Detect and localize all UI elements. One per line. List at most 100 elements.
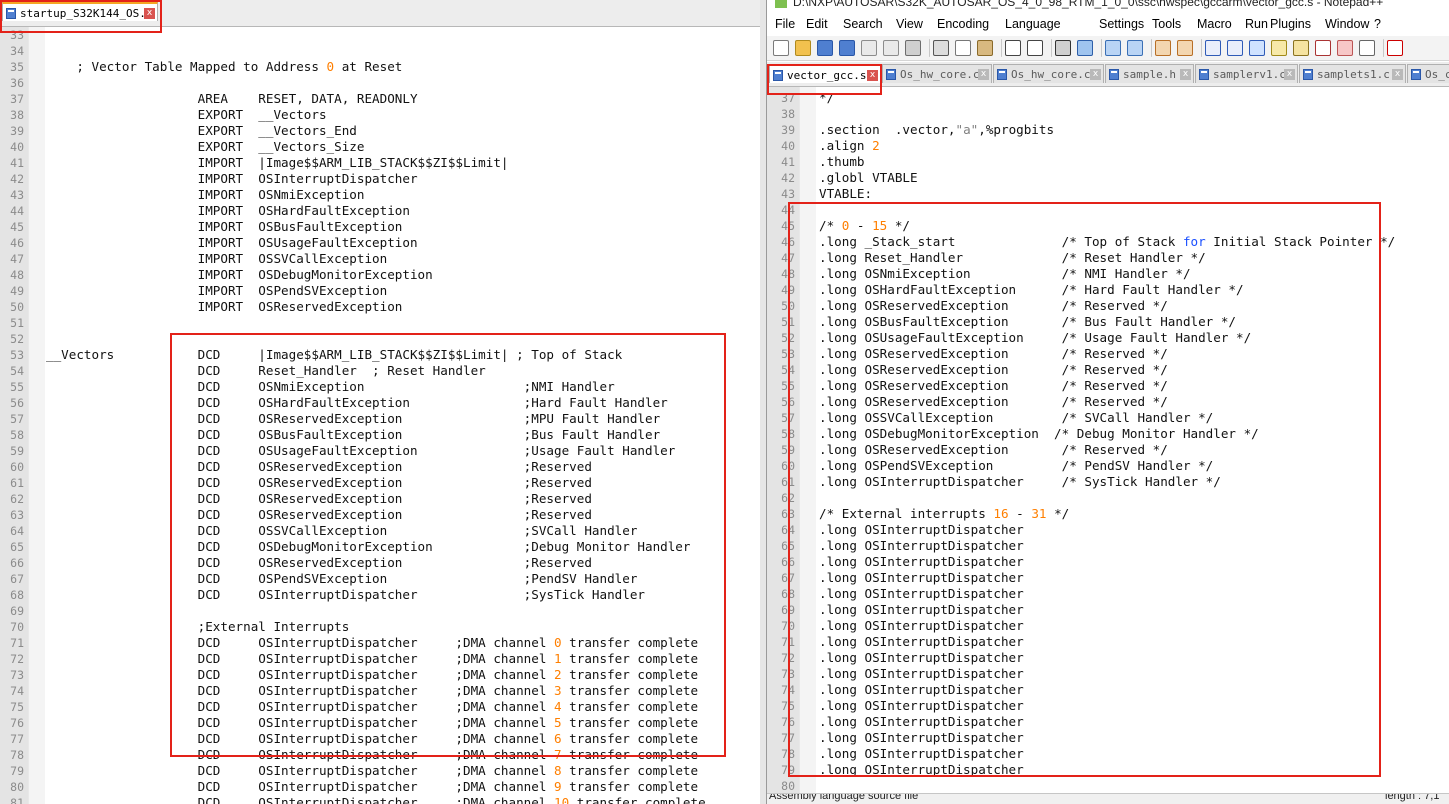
folder-icon[interactable]	[1337, 40, 1353, 56]
menu-search[interactable]: Search	[843, 17, 883, 31]
code-text: VTABLE:	[819, 186, 873, 201]
left-editor-pane: startup_S32K144_OS.s x 33 34 35 ; Vector T…	[0, 0, 760, 804]
monitor-icon[interactable]	[1359, 40, 1375, 56]
line-number: 52	[10, 332, 24, 346]
right-editor-pane: D:\NXP\AUTOSAR\S32K_AUTOSAR_OS_4_0_98_RT…	[766, 0, 1449, 804]
close-icon[interactable]	[861, 40, 877, 56]
line-number: 44	[781, 203, 795, 217]
menu-edit[interactable]: Edit	[806, 17, 828, 31]
code-text: .long OSInterruptDispatcher	[819, 634, 1024, 649]
line-number: 67	[781, 571, 795, 585]
tab-os-hw-core-c[interactable]: Os_hw_core.c x	[993, 64, 1104, 83]
sync-v-icon[interactable]	[1155, 40, 1171, 56]
paste-icon[interactable]	[977, 40, 993, 56]
line-number: 51	[10, 316, 24, 330]
tab-sample-h[interactable]: sample.h x	[1105, 64, 1194, 83]
code-text: .long OSInterruptDispatcher	[819, 762, 1024, 777]
sync-h-icon[interactable]	[1177, 40, 1193, 56]
close-all-icon[interactable]	[883, 40, 899, 56]
tab-os-hw-core-c[interactable]: Os_hw_core.c x	[882, 64, 992, 83]
code-text: .long OSInterruptDispatcher	[819, 522, 1024, 537]
tab-os-c[interactable]: Os_c	[1407, 64, 1449, 83]
code-text: DCD OSReservedException ;Reserved	[46, 459, 592, 474]
code-text: /* External interrupts 16 - 31 */	[819, 506, 1070, 521]
save-all-icon[interactable]	[839, 40, 855, 56]
replace-icon[interactable]	[1077, 40, 1093, 56]
code-text: IMPORT OSInterruptDispatcher	[46, 171, 418, 186]
line-number: 43	[781, 187, 795, 201]
tab-samplets1-c[interactable]: samplets1.c x	[1299, 64, 1406, 83]
menu-help[interactable]: ?	[1374, 17, 1381, 31]
indent-guide-icon[interactable]	[1249, 40, 1265, 56]
redo-icon[interactable]	[1027, 40, 1043, 56]
right-code-editor[interactable]: 37 */ 38 39 .section .vector,"a",%progbits 40…	[767, 87, 1449, 793]
code-text: .long OSReservedException /* Reserved */	[819, 442, 1168, 457]
save-icon[interactable]	[817, 40, 833, 56]
toolbar-separator	[1001, 39, 1002, 57]
menu-language[interactable]: Language	[1005, 17, 1061, 31]
notepadpp-logo-icon	[775, 0, 787, 8]
close-tab-icon[interactable]: x	[1284, 69, 1295, 80]
code-text: .long OSReservedException /* Reserved */	[819, 394, 1168, 409]
code-text: .long OSInterruptDispatcher	[819, 602, 1024, 617]
file-save-icon	[1109, 69, 1119, 80]
code-text: DCD OSInterruptDispatcher ;DMA channel 5…	[46, 715, 699, 730]
close-tab-icon[interactable]: x	[144, 8, 155, 19]
code-text: .long OSReservedException /* Reserved */	[819, 378, 1168, 393]
line-number: 66	[781, 555, 795, 569]
close-tab-icon[interactable]: x	[1090, 69, 1101, 80]
cut-icon[interactable]	[933, 40, 949, 56]
menu-run[interactable]: Run	[1245, 17, 1268, 31]
zoom-out-icon[interactable]	[1127, 40, 1143, 56]
close-tab-icon[interactable]: x	[978, 69, 989, 80]
copy-icon[interactable]	[955, 40, 971, 56]
print-icon[interactable]	[905, 40, 921, 56]
line-number: 65	[781, 539, 795, 553]
toolbar-separator	[1151, 39, 1152, 57]
line-number: 57	[10, 412, 24, 426]
code-text: DCD OSInterruptDispatcher ;DMA channel 8…	[46, 763, 699, 778]
left-code-editor[interactable]: 33 34 35 ; Vector Table Mapped to Address …	[0, 27, 760, 804]
code-text: */	[819, 90, 835, 105]
menu-encoding[interactable]: Encoding	[937, 17, 989, 31]
close-tab-icon[interactable]: x	[1180, 69, 1191, 80]
line-number: 76	[10, 716, 24, 730]
menu-macro[interactable]: Macro	[1197, 17, 1232, 31]
line-number: 80	[10, 780, 24, 794]
line-number: 50	[781, 299, 795, 313]
menu-tools[interactable]: Tools	[1152, 17, 1181, 31]
line-number: 69	[781, 603, 795, 617]
zoom-in-icon[interactable]	[1105, 40, 1121, 56]
lang-icon[interactable]	[1271, 40, 1287, 56]
find-icon[interactable]	[1055, 40, 1071, 56]
function-list-icon[interactable]	[1315, 40, 1331, 56]
open-file-icon[interactable]	[795, 40, 811, 56]
menu-plugins[interactable]: Plugins	[1270, 17, 1311, 31]
line-number: 81	[10, 796, 24, 804]
menu-window[interactable]: Window	[1325, 17, 1369, 31]
tab-startup-file[interactable]: startup_S32K144_OS.s x	[2, 2, 158, 21]
code-text: .long OSInterruptDispatcher	[819, 618, 1024, 633]
line-number: 52	[781, 331, 795, 345]
menu-settings[interactable]: Settings	[1099, 17, 1144, 31]
tab-samplerv1-c[interactable]: samplerv1.c x	[1195, 64, 1298, 83]
code-text: .long OSInterruptDispatcher	[819, 538, 1024, 553]
new-file-icon[interactable]	[773, 40, 789, 56]
code-text: DCD OSReservedException ;Reserved	[46, 507, 592, 522]
line-number: 43	[10, 188, 24, 202]
show-all-chars-icon[interactable]	[1227, 40, 1243, 56]
record-macro-icon[interactable]	[1387, 40, 1403, 56]
word-wrap-icon[interactable]	[1205, 40, 1221, 56]
undo-icon[interactable]	[1005, 40, 1021, 56]
code-text: .long OSSVCallException /* SVCall Handle…	[819, 410, 1214, 425]
close-tab-icon[interactable]: x	[1392, 69, 1403, 80]
line-number: 78	[10, 748, 24, 762]
tab-label: samplerv1.c	[1213, 68, 1286, 81]
menu-file[interactable]: File	[775, 17, 795, 31]
line-number: 54	[781, 363, 795, 377]
menu-view[interactable]: View	[896, 17, 923, 31]
tab-vector-gcc-s[interactable]: vector_gcc.s x	[769, 64, 881, 83]
code-text: DCD OSUsageFaultException ;Usage Fault H…	[46, 443, 676, 458]
close-tab-icon[interactable]: x	[867, 70, 878, 81]
doc-map-icon[interactable]	[1293, 40, 1309, 56]
